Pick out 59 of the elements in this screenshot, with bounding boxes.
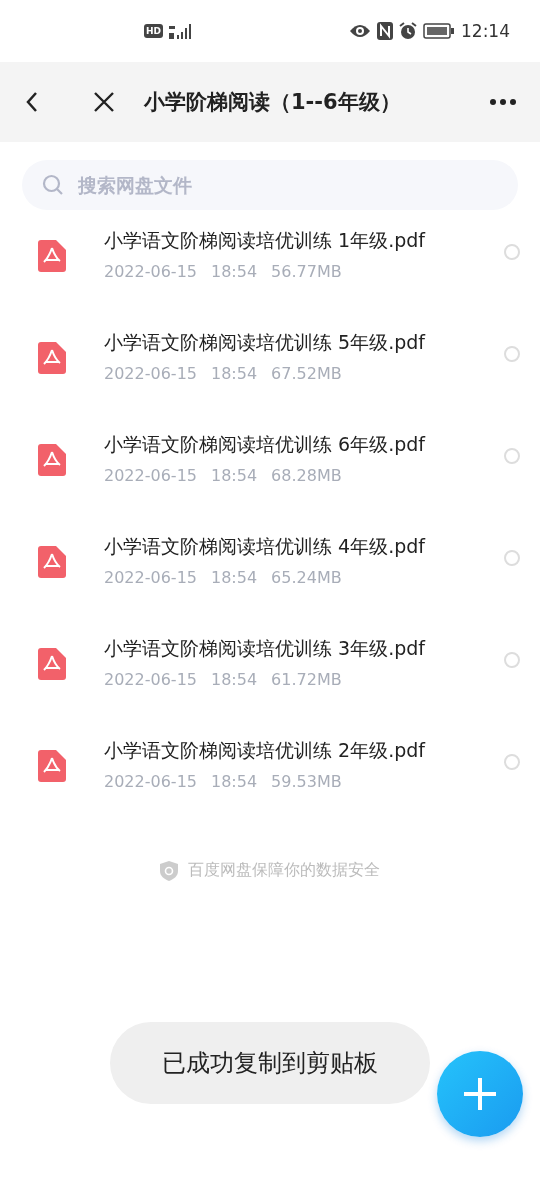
- more-icon: [490, 99, 516, 105]
- select-radio[interactable]: [504, 448, 520, 464]
- file-name: 小学语文阶梯阅读培优训练 3年级.pdf: [104, 636, 427, 661]
- eye-icon: [349, 23, 371, 39]
- file-date: 2022-06-15: [104, 772, 197, 791]
- pdf-file-icon: [38, 444, 66, 476]
- select-radio[interactable]: [504, 754, 520, 770]
- nfc-icon: [377, 22, 393, 40]
- file-date: 2022-06-15: [104, 568, 197, 587]
- file-date: 2022-06-15: [104, 670, 197, 689]
- file-size: 56.77MB: [271, 262, 342, 281]
- pdf-file-icon: [38, 342, 66, 374]
- plus-icon: [463, 1077, 497, 1111]
- file-row[interactable]: 小学语文阶梯阅读培优训练 4年级.pdf 2022-06-15 18:54 65.24MB: [0, 524, 540, 626]
- select-radio[interactable]: [504, 550, 520, 566]
- file-size: 67.52MB: [271, 364, 342, 383]
- alarm-icon: [399, 22, 417, 40]
- file-time: 18:54: [211, 364, 258, 383]
- toast-message: 已成功复制到剪贴板: [110, 1022, 430, 1104]
- file-time: 18:54: [211, 568, 258, 587]
- status-time: 12:14: [461, 21, 510, 41]
- pdf-file-icon: [38, 240, 66, 272]
- file-row[interactable]: 小学语文阶梯阅读培优训练 1年级.pdf 2022-06-15 18:54 56.77MB: [0, 218, 540, 320]
- shield-icon: [160, 860, 178, 881]
- file-time: 18:54: [211, 772, 258, 791]
- file-row[interactable]: 小学语文阶梯阅读培优训练 3年级.pdf 2022-06-15 18:54 61.72MB: [0, 626, 540, 728]
- file-row[interactable]: 小学语文阶梯阅读培优训练 5年级.pdf 2022-06-15 18:54 67.52MB: [0, 320, 540, 422]
- file-date: 2022-06-15: [104, 364, 197, 383]
- file-time: 18:54: [211, 466, 258, 485]
- file-size: 59.53MB: [271, 772, 342, 791]
- file-date: 2022-06-15: [104, 466, 197, 485]
- file-name: 小学语文阶梯阅读培优训练 4年级.pdf: [104, 534, 427, 559]
- security-note: 百度网盘保障你的数据安全: [188, 860, 380, 881]
- file-name: 小学语文阶梯阅读培优训练 1年级.pdf: [104, 228, 427, 253]
- close-icon: [92, 90, 116, 114]
- page-title: 小学阶梯阅读（1--6年级）: [144, 89, 402, 116]
- add-button[interactable]: [437, 1051, 523, 1137]
- file-name: 小学语文阶梯阅读培优训练 5年级.pdf: [104, 330, 427, 355]
- file-time: 18:54: [211, 670, 258, 689]
- file-date: 2022-06-15: [104, 262, 197, 281]
- select-radio[interactable]: [504, 652, 520, 668]
- search-field[interactable]: 搜索网盘文件: [22, 160, 518, 210]
- file-size: 65.24MB: [271, 568, 342, 587]
- search-icon: [42, 174, 64, 196]
- pdf-file-icon: [38, 546, 66, 578]
- pdf-file-icon: [38, 648, 66, 680]
- hd-icon: HD: [144, 24, 163, 38]
- pdf-file-icon: [38, 750, 66, 782]
- battery-icon: [423, 23, 455, 39]
- file-name: 小学语文阶梯阅读培优训练 6年级.pdf: [104, 432, 427, 457]
- back-icon: [24, 90, 40, 114]
- file-size: 68.28MB: [271, 466, 342, 485]
- file-time: 18:54: [211, 262, 258, 281]
- select-radio[interactable]: [504, 244, 520, 260]
- file-size: 61.72MB: [271, 670, 342, 689]
- file-row[interactable]: 小学语文阶梯阅读培优训练 6年级.pdf 2022-06-15 18:54 68.28MB: [0, 422, 540, 524]
- file-row[interactable]: 小学语文阶梯阅读培优训练 2年级.pdf 2022-06-15 18:54 59.53MB: [0, 728, 540, 830]
- file-name: 小学语文阶梯阅读培优训练 2年级.pdf: [104, 738, 427, 763]
- select-radio[interactable]: [504, 346, 520, 362]
